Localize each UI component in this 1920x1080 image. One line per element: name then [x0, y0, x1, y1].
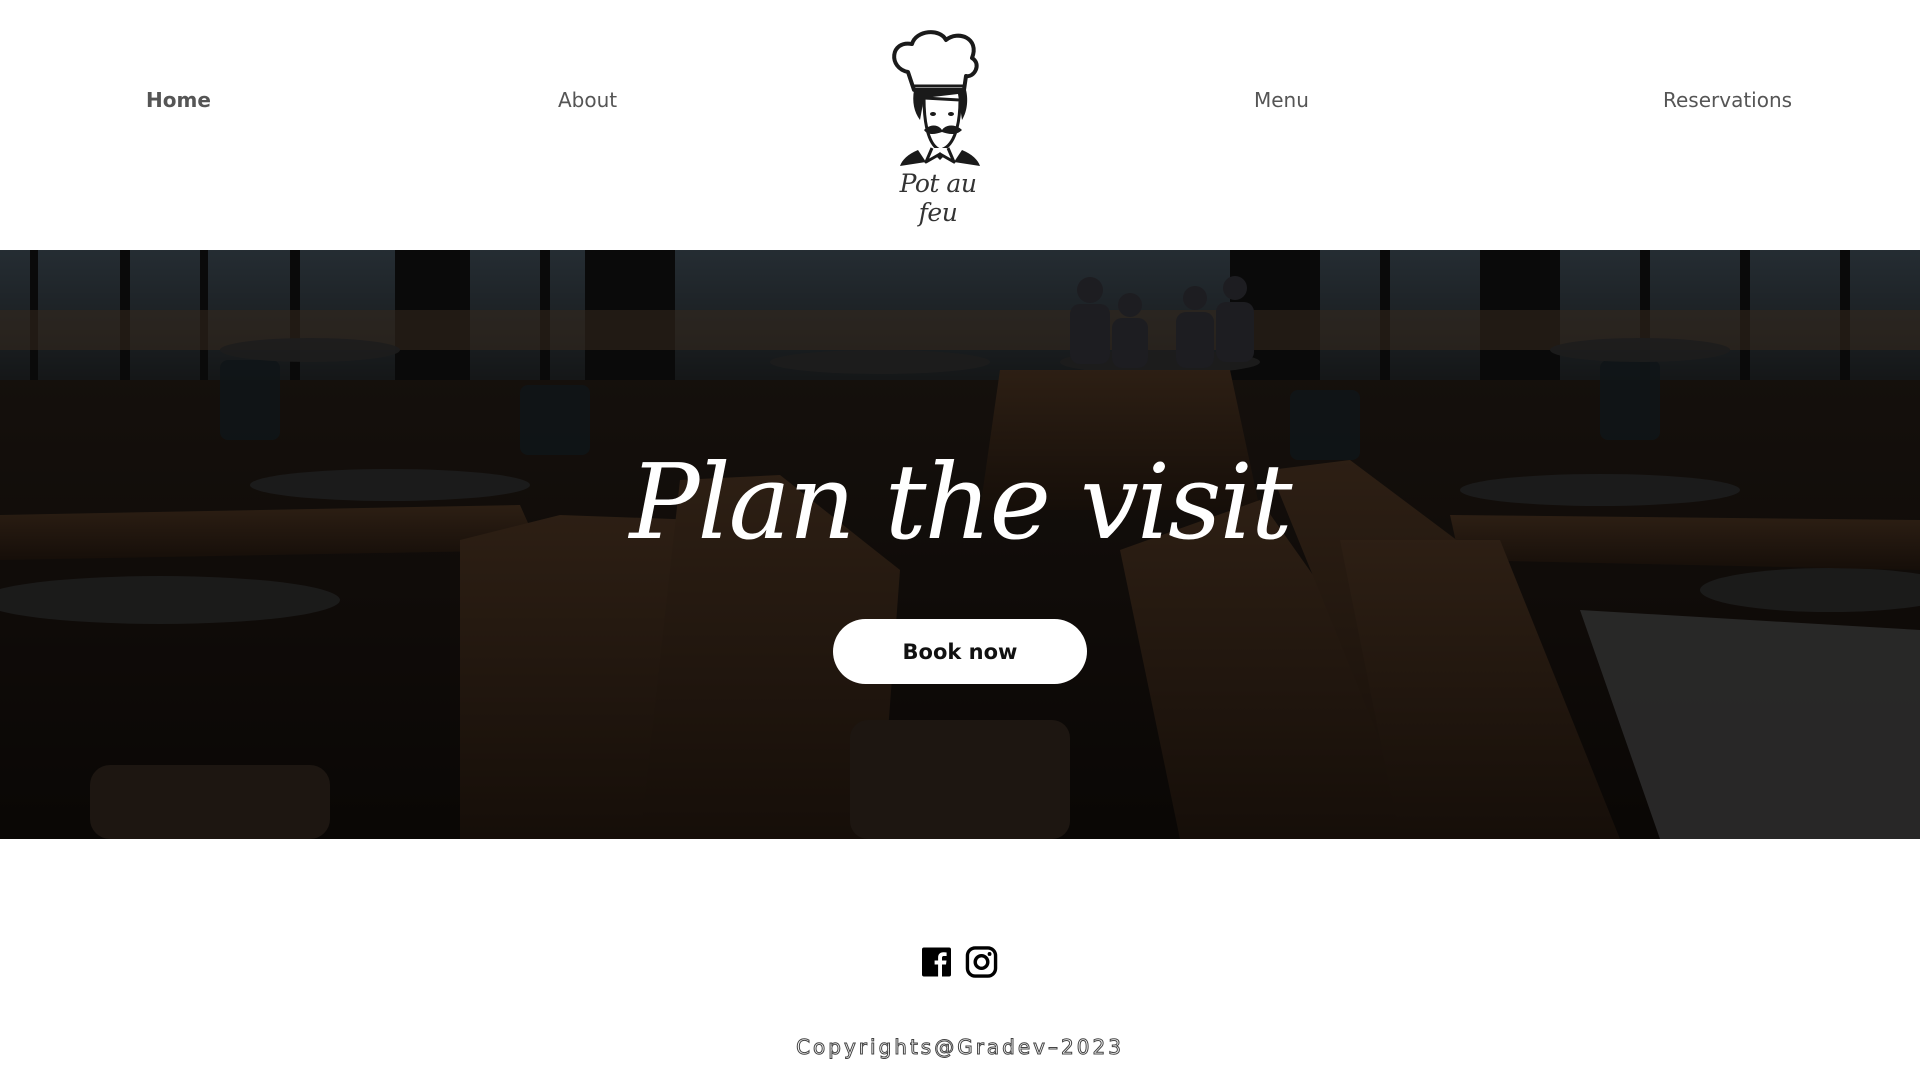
copyright-text: Copyrights@Gradev–2023: [796, 1035, 1124, 1060]
site-footer: Copyrights@Gradev–2023: [0, 839, 1920, 1080]
book-now-button[interactable]: Book now: [833, 619, 1087, 684]
hero-section: Plan the visit Book now: [0, 250, 1920, 839]
chef-icon: [892, 30, 980, 166]
logo[interactable]: Pot au feu: [878, 28, 998, 227]
instagram-icon[interactable]: [965, 946, 998, 978]
nav-reservations-link[interactable]: Reservations: [1663, 88, 1792, 112]
facebook-icon[interactable]: [922, 946, 951, 978]
logo-caption: Pot au feu: [899, 169, 977, 227]
site-header: Home About Pot au feu Menu Reservations: [0, 0, 1920, 250]
hero-title: Plan the visit: [629, 441, 1292, 563]
nav-about-link[interactable]: About: [558, 88, 617, 112]
nav-home-link[interactable]: Home: [146, 88, 211, 112]
nav-menu-link[interactable]: Menu: [1254, 88, 1309, 112]
